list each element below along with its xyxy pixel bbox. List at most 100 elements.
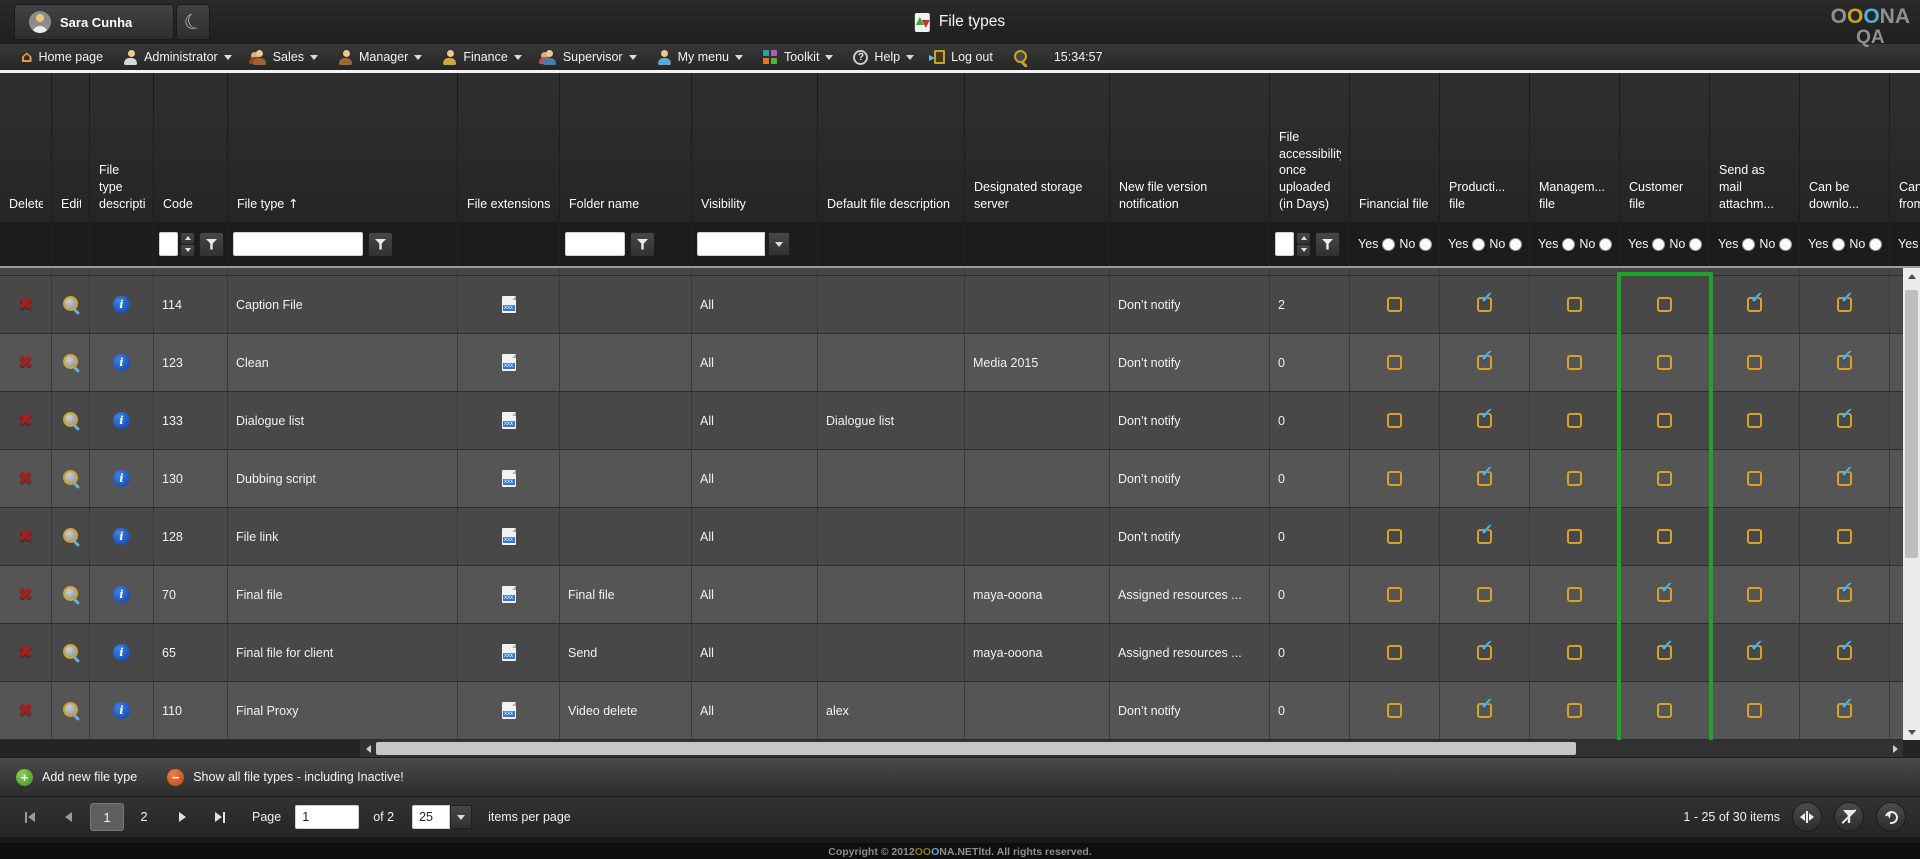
horizontal-scrollbar-thumb[interactable] <box>376 742 1576 755</box>
menu-search-button[interactable] <box>1004 44 1038 70</box>
delete-row-button[interactable]: ✖ <box>18 528 33 546</box>
column-header-file-extensions[interactable]: File extensions <box>458 73 560 222</box>
edit-row-button[interactable] <box>62 528 80 546</box>
edit-row-button[interactable] <box>62 296 80 314</box>
delete-row-button[interactable]: ✖ <box>18 644 33 662</box>
file-type-description-info-button[interactable]: i <box>113 354 130 371</box>
nav-item-log-out[interactable]: Log out <box>925 44 1002 70</box>
file-type-description-info-button[interactable]: i <box>113 470 130 487</box>
send-as-mail-attachment-filter-no-radio[interactable] <box>1779 238 1792 251</box>
edit-row-button[interactable] <box>62 470 80 488</box>
page-size-dropdown[interactable]: 25 <box>412 805 472 829</box>
code-spin-up-button[interactable] <box>181 233 194 244</box>
delete-row-button[interactable]: ✖ <box>18 296 33 314</box>
nav-item-sales[interactable]: Sales <box>243 44 327 70</box>
table-row[interactable]: ✖i65Final file for clientxxxSendAllmaya-… <box>0 624 1920 682</box>
customer-file-filter-no-radio[interactable] <box>1689 238 1702 251</box>
column-header-file-accessibility[interactable]: File accessibility once uploaded (in Day… <box>1270 73 1350 222</box>
management-file-filter-no-radio[interactable] <box>1599 238 1612 251</box>
column-header-edit[interactable]: Edit <box>52 73 90 222</box>
vertical-scrollbar[interactable] <box>1903 268 1920 740</box>
file-type-filter-input[interactable] <box>233 232 363 256</box>
edit-row-button[interactable] <box>62 586 80 604</box>
next-page-button[interactable] <box>166 804 198 830</box>
nav-item-manager[interactable]: Manager <box>329 44 431 70</box>
can-be-downloaded-filter-no-radio[interactable] <box>1869 238 1882 251</box>
production-file-filter-no-radio[interactable] <box>1509 238 1522 251</box>
show-all-file-types-button[interactable]: − Show all file types - including Inacti… <box>167 769 404 786</box>
page-number-input[interactable] <box>295 805 359 829</box>
add-new-file-type-button[interactable]: + Add new file type <box>16 769 137 786</box>
file-type-description-info-button[interactable]: i <box>113 296 130 313</box>
column-header-code[interactable]: Code <box>154 73 228 222</box>
delete-row-button[interactable]: ✖ <box>18 470 33 488</box>
table-row[interactable]: ✖i133Dialogue listxxxAllDialogue listDon… <box>0 392 1920 450</box>
last-page-button[interactable] <box>204 804 236 830</box>
scroll-up-button[interactable] <box>1903 268 1920 284</box>
column-header-management-file[interactable]: Managem... file <box>1530 73 1620 222</box>
code-spin-down-button[interactable] <box>181 245 194 256</box>
nav-item-toolkit[interactable]: Toolkit <box>754 44 842 70</box>
can-be-downloaded-filter-yes-radio[interactable] <box>1832 238 1845 251</box>
column-header-delete[interactable]: Delete <box>0 73 52 222</box>
column-header-financial-file[interactable]: Financial file <box>1350 73 1440 222</box>
column-header-folder-name[interactable]: Folder name <box>560 73 692 222</box>
table-row[interactable]: ✖i110Final ProxyxxxVideo deleteAllalexDo… <box>0 682 1920 740</box>
column-header-production-file[interactable]: Producti... file <box>1440 73 1530 222</box>
column-header-send-as-mail-attachment[interactable]: Send as mail attachm... <box>1710 73 1800 222</box>
page-button-1[interactable]: 1 <box>90 803 124 831</box>
file-type-description-info-button[interactable]: i <box>113 528 130 545</box>
page-button-2[interactable]: 2 <box>128 803 160 829</box>
financial-file-filter-yes-radio[interactable] <box>1382 238 1395 251</box>
delete-row-button[interactable]: ✖ <box>18 586 33 604</box>
column-header-can-be-downloaded[interactable]: Can be downlo... <box>1800 73 1890 222</box>
delete-row-button[interactable]: ✖ <box>18 354 33 372</box>
vertical-scrollbar-thumb[interactable] <box>1905 290 1918 558</box>
file-type-description-info-button[interactable]: i <box>113 412 130 429</box>
code-filter-input[interactable] <box>159 232 178 256</box>
management-file-filter-yes-radio[interactable] <box>1562 238 1575 251</box>
code-filter-button[interactable] <box>199 232 224 257</box>
table-row[interactable]: ✖i130Dubbing scriptxxxAllDon’t notify0✔✔ <box>0 450 1920 508</box>
nav-item-help[interactable]: ?Help <box>844 44 923 70</box>
file-accessibility-spin-up-button[interactable] <box>1297 233 1310 244</box>
file-type-filter-button[interactable] <box>368 232 393 257</box>
folder-name-filter-button[interactable] <box>630 232 655 257</box>
column-header-can-be-deleted-from[interactable]: Can dele from <box>1890 73 1920 222</box>
column-header-new-file-version-notification[interactable]: New file version notification <box>1110 73 1270 222</box>
table-row[interactable]: ✖i70Final filexxxFinal fileAllmaya-ooona… <box>0 566 1920 624</box>
send-as-mail-attachment-filter-yes-radio[interactable] <box>1742 238 1755 251</box>
file-accessibility-filter-button[interactable] <box>1315 232 1340 257</box>
table-row[interactable]: ✖i114Caption FilexxxAllDon’t notify2✔✔✔ <box>0 276 1920 334</box>
folder-name-filter-input[interactable] <box>565 232 625 256</box>
scroll-down-button[interactable] <box>1903 724 1920 740</box>
table-row[interactable]: ✖i123CleanxxxAllMedia 2015Don’t notify0✔… <box>0 334 1920 392</box>
first-page-button[interactable] <box>14 804 46 830</box>
page-size-caret-button[interactable] <box>450 805 472 829</box>
file-type-description-info-button[interactable]: i <box>113 702 130 719</box>
nav-item-home-page[interactable]: ⌂Home page <box>12 44 112 70</box>
financial-file-filter-no-radio[interactable] <box>1419 238 1432 251</box>
visibility-filter-caret-button[interactable] <box>768 232 790 256</box>
column-header-file-type[interactable]: File type↑ <box>228 73 458 222</box>
edit-row-button[interactable] <box>62 702 80 720</box>
file-type-description-info-button[interactable]: i <box>113 644 130 661</box>
column-header-file-type-description[interactable]: File type description <box>90 73 154 222</box>
scroll-right-button[interactable] <box>1887 745 1903 753</box>
fit-columns-button[interactable] <box>1792 802 1822 832</box>
edit-row-button[interactable] <box>62 412 80 430</box>
clear-filters-button[interactable] <box>1834 802 1864 832</box>
file-type-description-info-button[interactable]: i <box>113 586 130 603</box>
delete-row-button[interactable]: ✖ <box>18 412 33 430</box>
column-header-visibility[interactable]: Visibility <box>692 73 818 222</box>
table-row[interactable]: ✖i128File linkxxxAllDon’t notify0✔ <box>0 508 1920 566</box>
nav-item-finance[interactable]: Finance <box>433 44 530 70</box>
column-header-designated-storage-server[interactable]: Designated storage server <box>965 73 1110 222</box>
nav-item-my-menu[interactable]: My menu <box>648 44 752 70</box>
scroll-left-button[interactable] <box>360 745 376 753</box>
user-menu-button[interactable]: Sara Cunha <box>14 4 174 40</box>
edit-row-button[interactable] <box>62 354 80 372</box>
refresh-button[interactable] <box>1876 802 1906 832</box>
nav-item-supervisor[interactable]: Supervisor <box>533 44 646 70</box>
file-accessibility-spin-down-button[interactable] <box>1297 245 1310 256</box>
